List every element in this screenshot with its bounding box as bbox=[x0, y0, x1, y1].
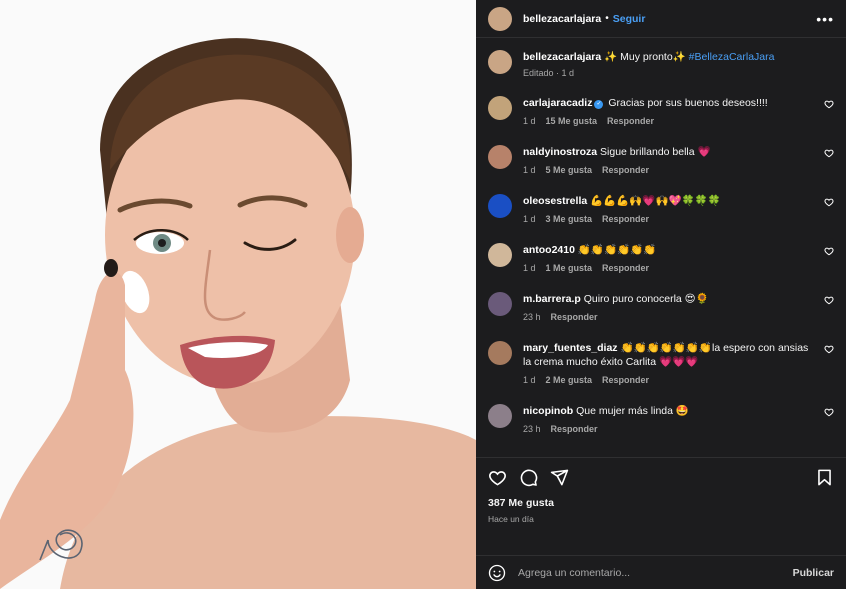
post-actions: 387 Me gusta Hace un día bbox=[476, 457, 846, 555]
reply-button[interactable]: Responder bbox=[607, 116, 654, 126]
comment-item: naldyinostroza Sigue brillando bella 💗 1… bbox=[488, 145, 834, 175]
comment-likes[interactable]: 15 Me gusta bbox=[546, 116, 598, 126]
commenter-avatar[interactable] bbox=[488, 145, 512, 169]
reply-button[interactable]: Responder bbox=[551, 424, 598, 434]
comment-time: 1 d bbox=[523, 263, 536, 273]
comment-item: mary_fuentes_diaz 👏👏👏👏👏👏👏la espero con a… bbox=[488, 341, 834, 385]
comment-like-heart-icon[interactable] bbox=[824, 407, 834, 417]
more-options-icon[interactable]: ••• bbox=[816, 11, 834, 27]
comment-text: Sigue brillando bella 💗 bbox=[597, 146, 711, 158]
post-caption: bellezacarlajara ✨ Muy pronto✨ #BellezaC… bbox=[488, 50, 834, 78]
commenter-avatar[interactable] bbox=[488, 96, 512, 120]
caption-meta: Editado · 1 d bbox=[523, 68, 575, 78]
comment-text: 👏👏👏👏👏👏 bbox=[574, 244, 657, 256]
caption-avatar[interactable] bbox=[488, 50, 512, 74]
comment-like-heart-icon[interactable] bbox=[824, 99, 834, 109]
comment-like-heart-icon[interactable] bbox=[824, 344, 834, 354]
likes-count[interactable]: 387 Me gusta bbox=[488, 497, 834, 509]
reply-button[interactable]: Responder bbox=[602, 214, 649, 224]
caption-text: ✨ Muy pronto✨ bbox=[601, 51, 689, 63]
commenter-username[interactable]: mary_fuentes_diaz bbox=[523, 342, 618, 354]
comment-input[interactable] bbox=[518, 566, 793, 579]
comment-like-heart-icon[interactable] bbox=[824, 295, 834, 305]
comment-time: 1 d bbox=[523, 375, 536, 385]
post-photo[interactable] bbox=[0, 0, 476, 589]
commenter-username[interactable]: oleosestrella bbox=[523, 195, 587, 207]
commenter-username[interactable]: naldyinostroza bbox=[523, 146, 597, 158]
comment-text: 💪💪💪🙌💗🙌💖🍀🍀🍀 bbox=[587, 195, 721, 207]
reply-button[interactable]: Responder bbox=[602, 165, 649, 175]
comment-item: nicopinob Que mujer más linda 🤩 23 h Res… bbox=[488, 404, 834, 434]
post-side-panel: bellezacarlajara • Seguir ••• bellezacar… bbox=[476, 0, 846, 589]
commenter-avatar[interactable] bbox=[488, 341, 512, 365]
reply-button[interactable]: Responder bbox=[602, 263, 649, 273]
post-time: Hace un día bbox=[488, 514, 534, 524]
reply-button[interactable]: Responder bbox=[602, 375, 649, 385]
comment-likes[interactable]: 2 Me gusta bbox=[546, 375, 593, 385]
comment-item: carlajaracadiz ✓ Gracias por sus buenos d… bbox=[488, 96, 834, 126]
emoji-icon[interactable] bbox=[488, 564, 506, 582]
commenter-username[interactable]: carlajaracadiz bbox=[523, 97, 592, 109]
reply-button[interactable]: Responder bbox=[551, 312, 598, 322]
follow-button[interactable]: Seguir bbox=[613, 13, 646, 25]
comment-like-heart-icon[interactable] bbox=[824, 197, 834, 207]
comment-time: 1 d bbox=[523, 116, 536, 126]
portrait-illustration bbox=[0, 0, 476, 589]
author-username[interactable]: bellezacarlajara bbox=[523, 13, 601, 25]
caption-username[interactable]: bellezacarlajara bbox=[523, 51, 601, 63]
comment-item: oleosestrella 💪💪💪🙌💗🙌💖🍀🍀🍀 1 d 3 Me gusta … bbox=[488, 194, 834, 224]
commenter-username[interactable]: nicopinob bbox=[523, 405, 573, 417]
comment-text: Que mujer más linda 🤩 bbox=[573, 405, 689, 417]
post-header: bellezacarlajara • Seguir ••• bbox=[476, 0, 846, 38]
commenter-avatar[interactable] bbox=[488, 292, 512, 316]
heart-icon[interactable] bbox=[488, 468, 507, 487]
separator-dot: • bbox=[605, 13, 609, 24]
comment-likes[interactable]: 1 Me gusta bbox=[546, 263, 593, 273]
share-icon[interactable] bbox=[550, 468, 569, 487]
commenter-avatar[interactable] bbox=[488, 404, 512, 428]
comment-item: antoo2410 👏👏👏👏👏👏 1 d 1 Me gusta Responde… bbox=[488, 243, 834, 273]
comment-icon[interactable] bbox=[519, 468, 538, 487]
comment-list: carlajaracadiz ✓ Gracias por sus buenos d… bbox=[488, 96, 834, 434]
comment-time: 1 d bbox=[523, 165, 536, 175]
comment-time: 23 h bbox=[523, 424, 541, 434]
comment-item: m.barrera.p Quiro puro conocerla 😍🌻 23 h… bbox=[488, 292, 834, 322]
commenter-username[interactable]: antoo2410 bbox=[523, 244, 575, 256]
publish-button[interactable]: Publicar bbox=[793, 567, 834, 579]
commenter-username[interactable]: m.barrera.p bbox=[523, 293, 581, 305]
comment-text: Quiro puro conocerla 😍🌻 bbox=[580, 293, 709, 305]
verified-badge-icon: ✓ bbox=[594, 100, 604, 109]
add-comment-bar: Publicar bbox=[476, 555, 846, 589]
caption-hashtag[interactable]: #BellezaCarlaJara bbox=[689, 51, 775, 63]
comment-time: 23 h bbox=[523, 312, 541, 322]
author-avatar[interactable] bbox=[488, 6, 512, 31]
comments-scroll[interactable]: bellezacarlajara ✨ Muy pronto✨ #BellezaC… bbox=[476, 38, 846, 457]
comment-likes[interactable]: 3 Me gusta bbox=[546, 214, 593, 224]
comment-like-heart-icon[interactable] bbox=[824, 246, 834, 256]
commenter-avatar[interactable] bbox=[488, 243, 512, 267]
comment-time: 1 d bbox=[523, 214, 536, 224]
commenter-avatar[interactable] bbox=[488, 194, 512, 218]
comment-like-heart-icon[interactable] bbox=[824, 148, 834, 158]
comment-likes[interactable]: 5 Me gusta bbox=[546, 165, 593, 175]
instagram-post-view: bellezacarlajara • Seguir ••• bellezacar… bbox=[0, 0, 846, 589]
bookmark-icon[interactable] bbox=[815, 468, 834, 487]
comment-text: Gracias por sus buenos deseos!!!! bbox=[605, 97, 768, 109]
